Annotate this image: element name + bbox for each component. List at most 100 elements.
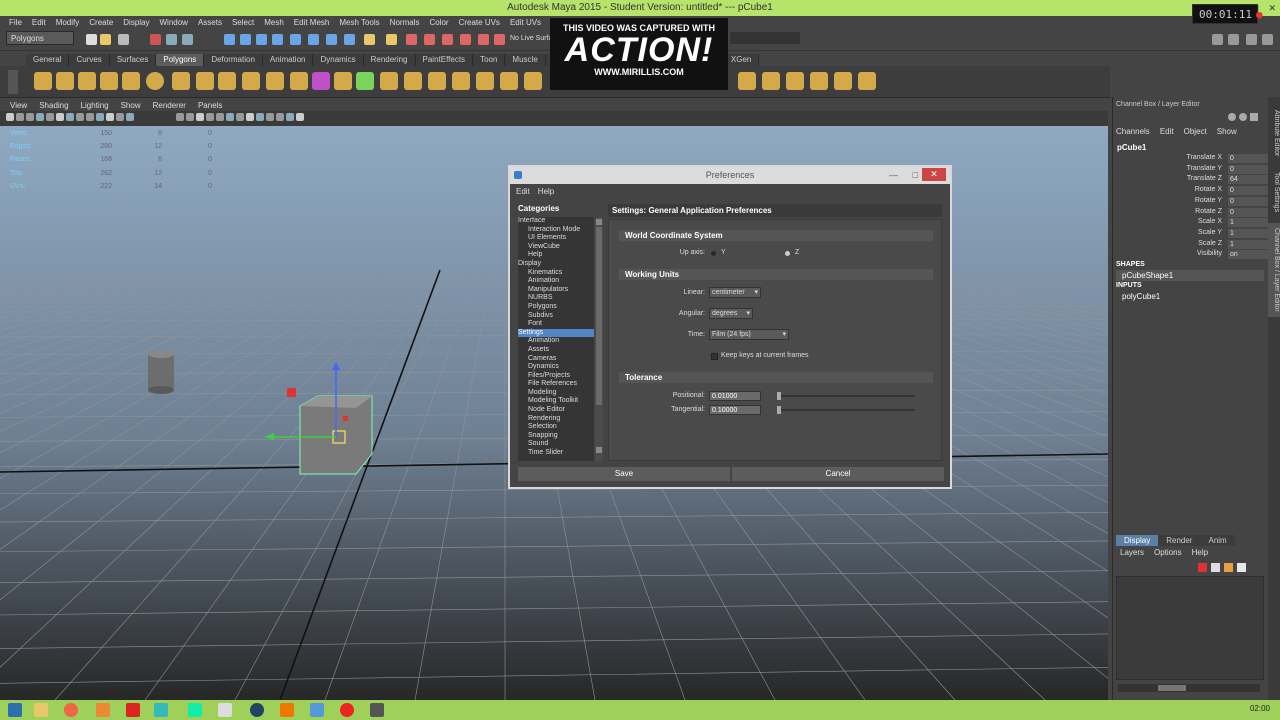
tangential-slider[interactable] [777, 406, 915, 414]
poly-cone-icon[interactable] [100, 72, 118, 90]
poly-plane-icon[interactable] [122, 72, 140, 90]
spherical-map-icon[interactable] [834, 72, 852, 90]
construction-icon[interactable] [326, 34, 337, 45]
dialog-maximize-button[interactable]: □ [913, 167, 918, 184]
viewport-menu-show[interactable]: Show [115, 101, 147, 110]
viewport-tool-icon[interactable] [206, 113, 214, 121]
merge-icon[interactable] [738, 72, 756, 90]
auto-map-icon[interactable] [858, 72, 876, 90]
viewport-tool-icon[interactable] [36, 113, 44, 121]
category-item[interactable]: ViewCube [518, 243, 594, 252]
menu-window[interactable]: Window [155, 18, 193, 27]
shelf-tab-animation[interactable]: Animation [262, 54, 314, 66]
scroll-down-icon[interactable] [596, 447, 602, 453]
viewport-menu-renderer[interactable]: Renderer [147, 101, 192, 110]
insert-loop-icon[interactable] [524, 72, 542, 90]
channel-value[interactable]: 0 [1228, 164, 1268, 174]
menu-display[interactable]: Display [118, 18, 154, 27]
channel-menu-show[interactable]: Show [1217, 127, 1237, 136]
channel-row[interactable]: Scale Z 1 [1120, 239, 1268, 250]
category-item[interactable]: Interface [518, 217, 594, 226]
new-scene-icon[interactable] [86, 34, 97, 45]
category-item[interactable]: File References [518, 380, 594, 389]
angular-dropdown[interactable]: degrees ▾ [709, 308, 753, 319]
select-hierarchy-icon[interactable] [150, 34, 161, 45]
category-item[interactable]: Rendering [518, 415, 594, 424]
viewport-tool-icon[interactable] [226, 113, 234, 121]
viewport-menu-panels[interactable]: Panels [192, 101, 228, 110]
poly-cylinder-icon[interactable] [78, 72, 96, 90]
help-question-icon[interactable] [344, 34, 355, 45]
viewport-tool-icon[interactable] [46, 113, 54, 121]
layout-icon[interactable] [1212, 34, 1223, 45]
channel-box-object-name[interactable]: pCube1 [1117, 143, 1146, 152]
viewport-tool-icon[interactable] [16, 113, 24, 121]
category-item[interactable]: UI Elements [518, 234, 594, 243]
dialog-menu-help[interactable]: Help [538, 187, 554, 196]
category-item[interactable]: Polygons [518, 303, 594, 312]
tangential-slider-handle[interactable] [777, 406, 781, 414]
viewport-tool-icon[interactable] [256, 113, 264, 121]
snap-grid-icon[interactable] [224, 34, 235, 45]
channel-row[interactable]: Rotate Y 0 [1120, 196, 1268, 207]
viewport-tool-icon[interactable] [176, 113, 184, 121]
channel-value[interactable]: 64 [1228, 175, 1268, 185]
up-axis-z-radio[interactable] [785, 251, 790, 256]
select-object-icon[interactable] [166, 34, 177, 45]
poly-sphere-icon[interactable] [34, 72, 52, 90]
viewport-tool-icon[interactable] [286, 113, 294, 121]
history-icon[interactable] [308, 34, 319, 45]
shelf-tab-polygons[interactable]: Polygons [156, 54, 205, 66]
open-scene-icon[interactable] [100, 34, 111, 45]
side-tab-tool-settings[interactable]: Tool Settings [1268, 167, 1280, 217]
scroll-thumb[interactable] [596, 227, 602, 405]
dialog-menu-edit[interactable]: Edit [516, 187, 530, 196]
channel-value[interactable]: 0 [1228, 186, 1268, 196]
explorer-icon[interactable] [34, 703, 48, 717]
channel-row[interactable]: Rotate X 0 [1120, 186, 1268, 196]
shelf-tab-painteffects[interactable]: PaintEffects [415, 54, 474, 66]
menu-modify[interactable]: Modify [51, 18, 85, 27]
poly-pyramid-icon[interactable] [172, 72, 190, 90]
extrude-icon[interactable] [404, 72, 422, 90]
category-item[interactable]: NURBS [518, 294, 594, 303]
layer-menu-options[interactable]: Options [1154, 548, 1182, 557]
ipr-render-icon[interactable] [424, 34, 435, 45]
snap-point-icon[interactable] [256, 34, 267, 45]
dialog-close-button[interactable]: ✕ [922, 168, 946, 181]
shelf-tab-surfaces[interactable]: Surfaces [109, 54, 157, 66]
acrobat-icon[interactable] [126, 703, 140, 717]
positional-slider[interactable] [777, 392, 915, 400]
channel-row[interactable]: Visibility on [1120, 250, 1268, 260]
viewport-tool-icon[interactable] [6, 113, 14, 121]
layer-options-icon[interactable] [1224, 563, 1233, 572]
menu-create[interactable]: Create [84, 18, 118, 27]
input-node-item[interactable]: polyCube1 [1122, 292, 1160, 301]
world-coordinate-header[interactable]: World Coordinate System [619, 230, 933, 241]
viewport-tool-icon[interactable] [76, 113, 84, 121]
app5-icon[interactable] [280, 703, 294, 717]
uv-editor-icon[interactable] [762, 72, 780, 90]
poly-pipe-icon[interactable] [218, 72, 236, 90]
menu-edit-uvs[interactable]: Edit UVs [505, 18, 546, 27]
viewport-menu-lighting[interactable]: Lighting [75, 101, 115, 110]
bevel-icon[interactable] [476, 72, 494, 90]
menu-edit-mesh[interactable]: Edit Mesh [289, 18, 335, 27]
channel-value[interactable]: 1 [1228, 239, 1268, 249]
poly-soccer-icon[interactable] [266, 72, 284, 90]
menu-normals[interactable]: Normals [385, 18, 425, 27]
category-item[interactable]: Modeling Toolkit [518, 397, 594, 406]
positional-slider-handle[interactable] [777, 392, 781, 400]
dialog-title-bar[interactable]: Preferences — □ ✕ [510, 167, 950, 184]
categories-list[interactable]: Interface Interaction Mode UI Elements View… [518, 217, 594, 461]
category-item[interactable]: Interaction Mode [518, 226, 594, 235]
snap-curve-icon[interactable] [240, 34, 251, 45]
viewport-menu-shading[interactable]: Shading [33, 101, 74, 110]
lock-icon[interactable] [364, 34, 375, 45]
category-item[interactable]: Manipulators [518, 286, 594, 295]
app6-icon[interactable] [310, 703, 324, 717]
menu-set-dropdown[interactable]: Polygons [6, 31, 74, 45]
menu-select[interactable]: Select [227, 18, 259, 27]
render-view-icon[interactable] [478, 34, 489, 45]
channel-value[interactable]: on [1228, 250, 1268, 260]
